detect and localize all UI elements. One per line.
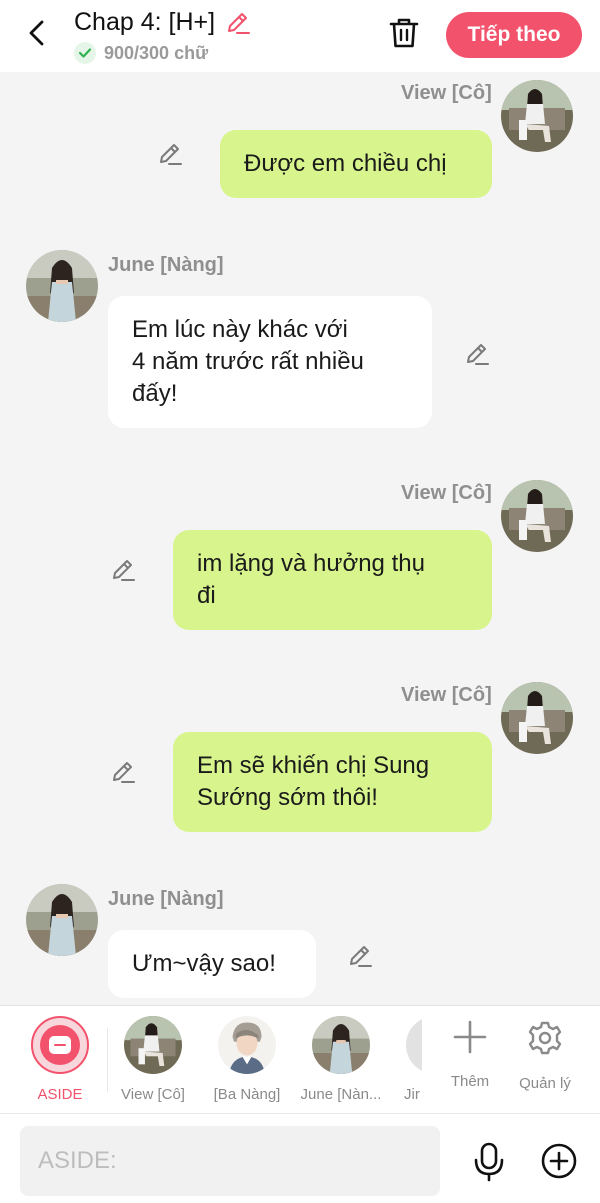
next-button[interactable]: Tiếp theo xyxy=(446,12,582,58)
trash-icon xyxy=(389,18,419,48)
word-count-text: 900/300 chữ xyxy=(104,42,209,63)
edit-message-pencil-icon[interactable] xyxy=(109,758,137,786)
mic-icon xyxy=(474,1142,504,1182)
character-bar: ASIDE View [Cô] [Ba Nàng] June [Nàn... J… xyxy=(0,1005,600,1113)
avatar xyxy=(124,1016,182,1074)
more-label: Thêm xyxy=(450,1073,490,1090)
character-label: Jir xyxy=(404,1086,420,1103)
edit-message-pencil-icon[interactable] xyxy=(109,556,137,584)
character-aside[interactable]: ASIDE xyxy=(15,1016,105,1103)
check-icon xyxy=(74,42,96,64)
plus-circle-icon xyxy=(541,1143,577,1179)
plus-icon xyxy=(453,1020,487,1054)
message-bubble[interactable]: Em sẽ khiến chị Sung Sướng sớm thôi! xyxy=(173,732,492,832)
character-label: View [Cô] xyxy=(121,1086,185,1103)
avatar[interactable] xyxy=(501,682,573,754)
message-text-line: Em sẽ khiến chị Sung xyxy=(197,752,430,779)
avatar[interactable] xyxy=(501,480,573,552)
chat-area[interactable]: View [Cô] Được em chiều chị June [Nàng] … xyxy=(0,72,600,1005)
aside-icon xyxy=(31,1016,89,1074)
header-bar: Chap 4: [H+] 900/300 chữ Tiếp theo xyxy=(0,0,600,72)
mic-button[interactable] xyxy=(472,1142,506,1182)
message-text-line: Em lúc này khác với xyxy=(132,316,348,343)
back-arrow-icon xyxy=(29,20,44,46)
manage-button[interactable]: Quản lý xyxy=(509,1020,581,1092)
avatar xyxy=(312,1016,370,1074)
character-label: ASIDE xyxy=(37,1086,83,1103)
edit-message-pencil-icon[interactable] xyxy=(346,942,374,970)
message-bubble[interactable]: Được em chiều chị xyxy=(220,130,492,198)
character-label: June [Nàn... xyxy=(300,1086,382,1103)
composer xyxy=(0,1113,600,1203)
gear-icon xyxy=(528,1021,562,1055)
message-text: Ưm~vậy sao! xyxy=(132,950,276,977)
delete-button[interactable] xyxy=(387,16,421,50)
avatar[interactable] xyxy=(26,250,98,322)
sender-name: View [Cô] xyxy=(401,482,492,504)
edit-message-pencil-icon[interactable] xyxy=(463,340,491,368)
avatar xyxy=(218,1016,276,1074)
more-button[interactable]: Thêm xyxy=(434,1020,506,1090)
character-label: [Ba Nàng] xyxy=(213,1086,281,1103)
sender-name: View [Cô] xyxy=(401,684,492,706)
manage-label: Quản lý xyxy=(519,1075,571,1092)
message-text: Được em chiều chị xyxy=(244,150,447,177)
avatar xyxy=(406,1016,422,1074)
character-june[interactable]: June [Nàn... xyxy=(296,1016,386,1103)
message-bubble[interactable]: im lặng và hưởng thụ đi xyxy=(173,530,492,630)
chapter-title: Chap 4: [H+] xyxy=(74,8,216,36)
word-count: 900/300 chữ xyxy=(74,42,208,64)
pencil-icon[interactable] xyxy=(224,9,252,37)
avatar[interactable] xyxy=(26,884,98,956)
message-text-line: 4 năm trước rất nhiều xyxy=(132,348,364,375)
avatar[interactable] xyxy=(501,80,573,152)
message-bubble[interactable]: Em lúc này khác với 4 năm trước rất nhiề… xyxy=(108,296,432,428)
sender-name: June [Nàng] xyxy=(108,254,224,276)
message-text-line: im lặng và hưởng thụ xyxy=(197,550,425,577)
character-partial[interactable]: Jir xyxy=(390,1016,422,1103)
character-view[interactable]: View [Cô] xyxy=(108,1016,198,1103)
message-bubble[interactable]: Ưm~vậy sao! xyxy=(108,930,316,998)
message-input[interactable] xyxy=(20,1126,440,1196)
sender-name: View [Cô] xyxy=(401,82,492,104)
add-button[interactable] xyxy=(540,1142,578,1180)
message-text-line: đi xyxy=(197,582,216,609)
message-text-line: đấy! xyxy=(132,380,178,407)
edit-message-pencil-icon[interactable] xyxy=(156,140,184,168)
message-text-line: Sướng sớm thôi! xyxy=(197,784,378,811)
back-button[interactable] xyxy=(22,18,52,48)
character-ba-nang[interactable]: [Ba Nàng] xyxy=(202,1016,292,1103)
sender-name: June [Nàng] xyxy=(108,888,224,910)
